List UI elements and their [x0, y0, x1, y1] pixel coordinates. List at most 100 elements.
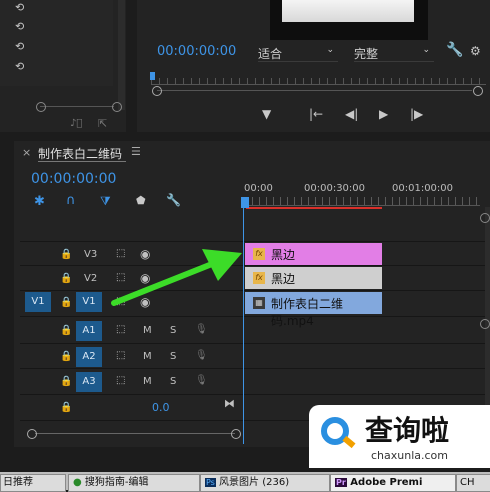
track-name-a1[interactable]: A1	[76, 321, 102, 341]
toggle-output-icon[interactable]: ⬚	[116, 375, 125, 386]
toggle-output-icon[interactable]: ⬚	[116, 350, 125, 361]
chevron-down-icon: ⌄	[422, 45, 430, 55]
solo-button[interactable]: S	[170, 351, 176, 362]
project-scroll-track[interactable]	[118, 0, 125, 110]
watermark-url: chaxunla.com	[371, 449, 448, 462]
playhead-marker[interactable]	[241, 197, 249, 208]
sequence-timecode[interactable]: 00:00:00:00	[31, 171, 116, 187]
scroll-handle[interactable]	[36, 102, 46, 112]
track-name-v2[interactable]: V2	[84, 273, 97, 284]
project-hscroll[interactable]	[40, 106, 114, 107]
premiere-icon: Pr	[335, 478, 347, 487]
clip-v2[interactable]: fx 黑边	[245, 267, 382, 289]
scroll-handle[interactable]	[473, 86, 483, 96]
fit-dropdown[interactable]: 适合 ⌄	[258, 45, 338, 62]
video-preview	[270, 0, 428, 40]
mute-button[interactable]: M	[143, 351, 152, 362]
work-area-bar[interactable]	[246, 207, 382, 209]
clip-v1[interactable]: ▦ 制作表白二维码.mp4	[245, 292, 382, 328]
preview-frame	[282, 0, 414, 22]
microphone-icon[interactable]: 🎙	[195, 324, 208, 335]
undo-icon[interactable]: ⟲	[15, 40, 24, 53]
microphone-icon[interactable]: 🎙	[195, 375, 208, 386]
clip-v3[interactable]: fx 黑边	[245, 243, 382, 265]
taskbar-item[interactable]: Ps 风景图片 (236)	[200, 474, 330, 492]
taskbar-item-label: 日推荐	[3, 477, 33, 488]
mute-button[interactable]: M	[143, 325, 152, 336]
wrench-icon[interactable]: 🔧	[166, 193, 181, 207]
undo-icon[interactable]: ⟲	[15, 1, 24, 14]
track-header-divider	[243, 208, 244, 444]
sequence-tab-title[interactable]: 制作表白二维码	[38, 145, 122, 162]
playhead[interactable]	[150, 72, 155, 80]
lock-icon[interactable]: 🔒	[60, 402, 72, 413]
source-patch-v1[interactable]: V1	[25, 292, 51, 312]
sogou-icon: ●	[73, 477, 82, 488]
track-separator	[20, 241, 485, 242]
add-marker-icon[interactable]: ▼	[262, 107, 271, 121]
taskbar-item-label: CH	[460, 477, 475, 488]
mute-button[interactable]: M	[143, 376, 152, 387]
taskbar-item[interactable]: 日推荐	[0, 474, 66, 492]
undo-icon[interactable]: ⟲	[15, 60, 24, 73]
taskbar-item[interactable]: ● 搜狗指南-编辑	[68, 474, 200, 492]
lock-icon[interactable]: 🔒	[60, 249, 72, 260]
solo-button[interactable]: S	[170, 376, 176, 387]
search-logo-tail	[342, 435, 356, 449]
fx-icon: fx	[253, 248, 265, 260]
program-timecode[interactable]: 00:00:00:00	[157, 44, 236, 59]
track-name-v1[interactable]: V1	[76, 292, 102, 312]
undo-icon[interactable]: ⟲	[15, 20, 24, 33]
lock-icon[interactable]: 🔒	[60, 376, 72, 387]
scroll-handle[interactable]	[231, 429, 241, 439]
lock-icon[interactable]: 🔒	[60, 273, 72, 284]
close-icon[interactable]: ×	[22, 146, 31, 159]
step-forward-icon[interactable]: |▶	[410, 107, 423, 121]
lock-icon[interactable]: 🔒	[60, 325, 72, 336]
program-ruler[interactable]	[151, 78, 486, 85]
ruler-label: 00:01:00:00	[392, 183, 454, 194]
lock-icon[interactable]: 🔒	[60, 351, 72, 362]
list-view-icon[interactable]: ♪⃥	[70, 118, 82, 129]
linked-selection-icon[interactable]: ⧩	[100, 194, 111, 209]
marker-icon[interactable]: ⬟	[136, 194, 146, 207]
new-item-icon[interactable]: ⇱	[98, 117, 107, 130]
toggle-output-icon[interactable]: ⬚	[116, 324, 125, 335]
master-volume[interactable]: 0.0	[152, 401, 170, 414]
taskbar-item[interactable]: CH	[456, 474, 490, 492]
track-name-a2[interactable]: A2	[76, 347, 102, 367]
track-separator	[20, 368, 485, 369]
scroll-handle[interactable]	[152, 86, 162, 96]
play-icon[interactable]: ▶	[379, 107, 388, 121]
go-to-end-icon[interactable]: ⧓	[224, 397, 235, 410]
program-monitor: 00:00:00:00 适合 ⌄ 完整 ⌄ 🔧 ⚙ ▼ |← ◀| ▶ |▶	[137, 0, 490, 132]
program-zoom-bar[interactable]	[157, 90, 472, 91]
magnet-icon[interactable]: ∩	[66, 193, 76, 208]
quality-dropdown[interactable]: 完整 ⌄	[354, 45, 434, 62]
scroll-handle[interactable]	[27, 429, 37, 439]
microphone-icon[interactable]: 🎙	[195, 350, 208, 361]
scroll-handle[interactable]	[480, 319, 490, 329]
timeline-zoom-bar[interactable]	[35, 433, 235, 434]
ruler-label: 00:00	[244, 183, 273, 194]
snap-icon[interactable]: ✱	[34, 194, 45, 209]
step-back-icon[interactable]: ◀|	[345, 107, 358, 121]
arrow-shaft	[111, 261, 215, 306]
solo-button[interactable]: S	[170, 325, 176, 336]
settings-icon[interactable]: ⚙	[470, 44, 481, 58]
timeline-ruler[interactable]	[245, 197, 480, 206]
wrench-icon[interactable]: 🔧	[446, 42, 463, 58]
track-name-a3[interactable]: A3	[76, 372, 102, 392]
track-name-v3[interactable]: V3	[84, 249, 97, 260]
scroll-handle[interactable]	[112, 102, 122, 112]
track-separator	[20, 394, 485, 395]
taskbar-item-label: Adobe Premi	[350, 477, 423, 488]
track-separator	[20, 290, 485, 291]
quality-label: 完整	[354, 47, 379, 61]
lock-icon[interactable]: 🔒	[60, 297, 72, 308]
annotation-arrow	[111, 249, 242, 306]
scroll-handle[interactable]	[480, 213, 490, 223]
taskbar-item-active[interactable]: Pr Adobe Premi	[330, 474, 456, 492]
go-to-in-icon[interactable]: |←	[309, 107, 323, 121]
panel-menu-icon[interactable]: ☰	[131, 145, 141, 158]
